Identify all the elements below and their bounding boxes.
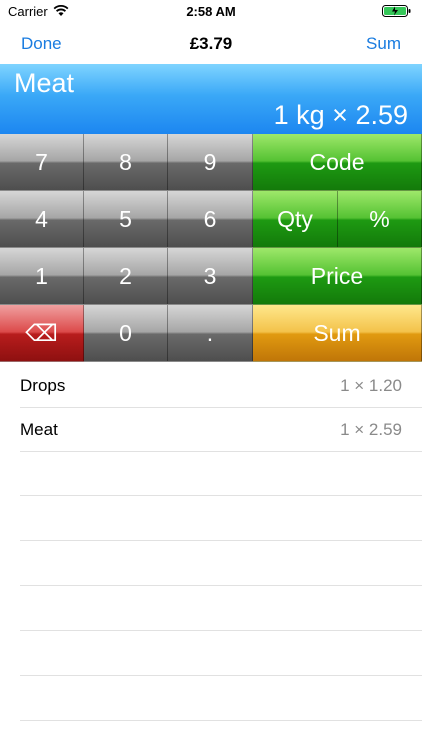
key-7[interactable]: 7 (0, 134, 84, 191)
list-item[interactable]: Meat 1 × 2.59 (20, 408, 422, 452)
key-0[interactable]: 0 (84, 305, 168, 362)
key-4[interactable]: 4 (0, 191, 84, 248)
code-button[interactable]: Code (253, 134, 422, 191)
key-5[interactable]: 5 (84, 191, 168, 248)
empty-row (20, 452, 422, 496)
backspace-button[interactable]: ⌫ (0, 305, 84, 362)
backspace-icon: ⌫ (25, 319, 58, 346)
key-6[interactable]: 6 (168, 191, 253, 248)
calculator-display: Meat 1 kg × 2.59 (0, 64, 422, 134)
percent-button[interactable]: % (338, 191, 422, 248)
key-8[interactable]: 8 (84, 134, 168, 191)
qty-button[interactable]: Qty (253, 191, 338, 248)
empty-row (20, 542, 422, 586)
sum-nav-button[interactable]: Sum (366, 34, 401, 54)
navigation-bar: Done £3.79 Sum (0, 24, 422, 64)
empty-row (20, 632, 422, 676)
item-name: Drops (20, 376, 66, 395)
status-bar: Carrier 2:58 AM (0, 0, 422, 24)
sum-button[interactable]: Sum (253, 305, 422, 362)
key-3[interactable]: 3 (168, 248, 253, 305)
key-2[interactable]: 2 (84, 248, 168, 305)
price-button[interactable]: Price (253, 248, 422, 305)
item-detail: 1 × 2.59 (340, 420, 402, 439)
keypad: 7 8 9 Code 4 5 6 Qty % 1 2 3 Price ⌫ 0 .… (0, 134, 422, 362)
item-detail: 1 × 1.20 (340, 376, 402, 395)
key-1[interactable]: 1 (0, 248, 84, 305)
decimal-key[interactable]: . (168, 305, 253, 362)
empty-row (20, 587, 422, 631)
item-name-display: Meat (14, 68, 75, 98)
battery-icon (382, 5, 411, 17)
status-time: 2:58 AM (186, 4, 236, 19)
empty-row (20, 677, 422, 721)
empty-row (20, 497, 422, 541)
list-item[interactable]: Drops 1 × 1.20 (20, 364, 422, 408)
item-name: Meat (20, 420, 58, 439)
total-title: £3.79 (189, 34, 233, 53)
key-9[interactable]: 9 (168, 134, 253, 191)
expression-display: 1 kg × 2.59 (273, 100, 408, 130)
